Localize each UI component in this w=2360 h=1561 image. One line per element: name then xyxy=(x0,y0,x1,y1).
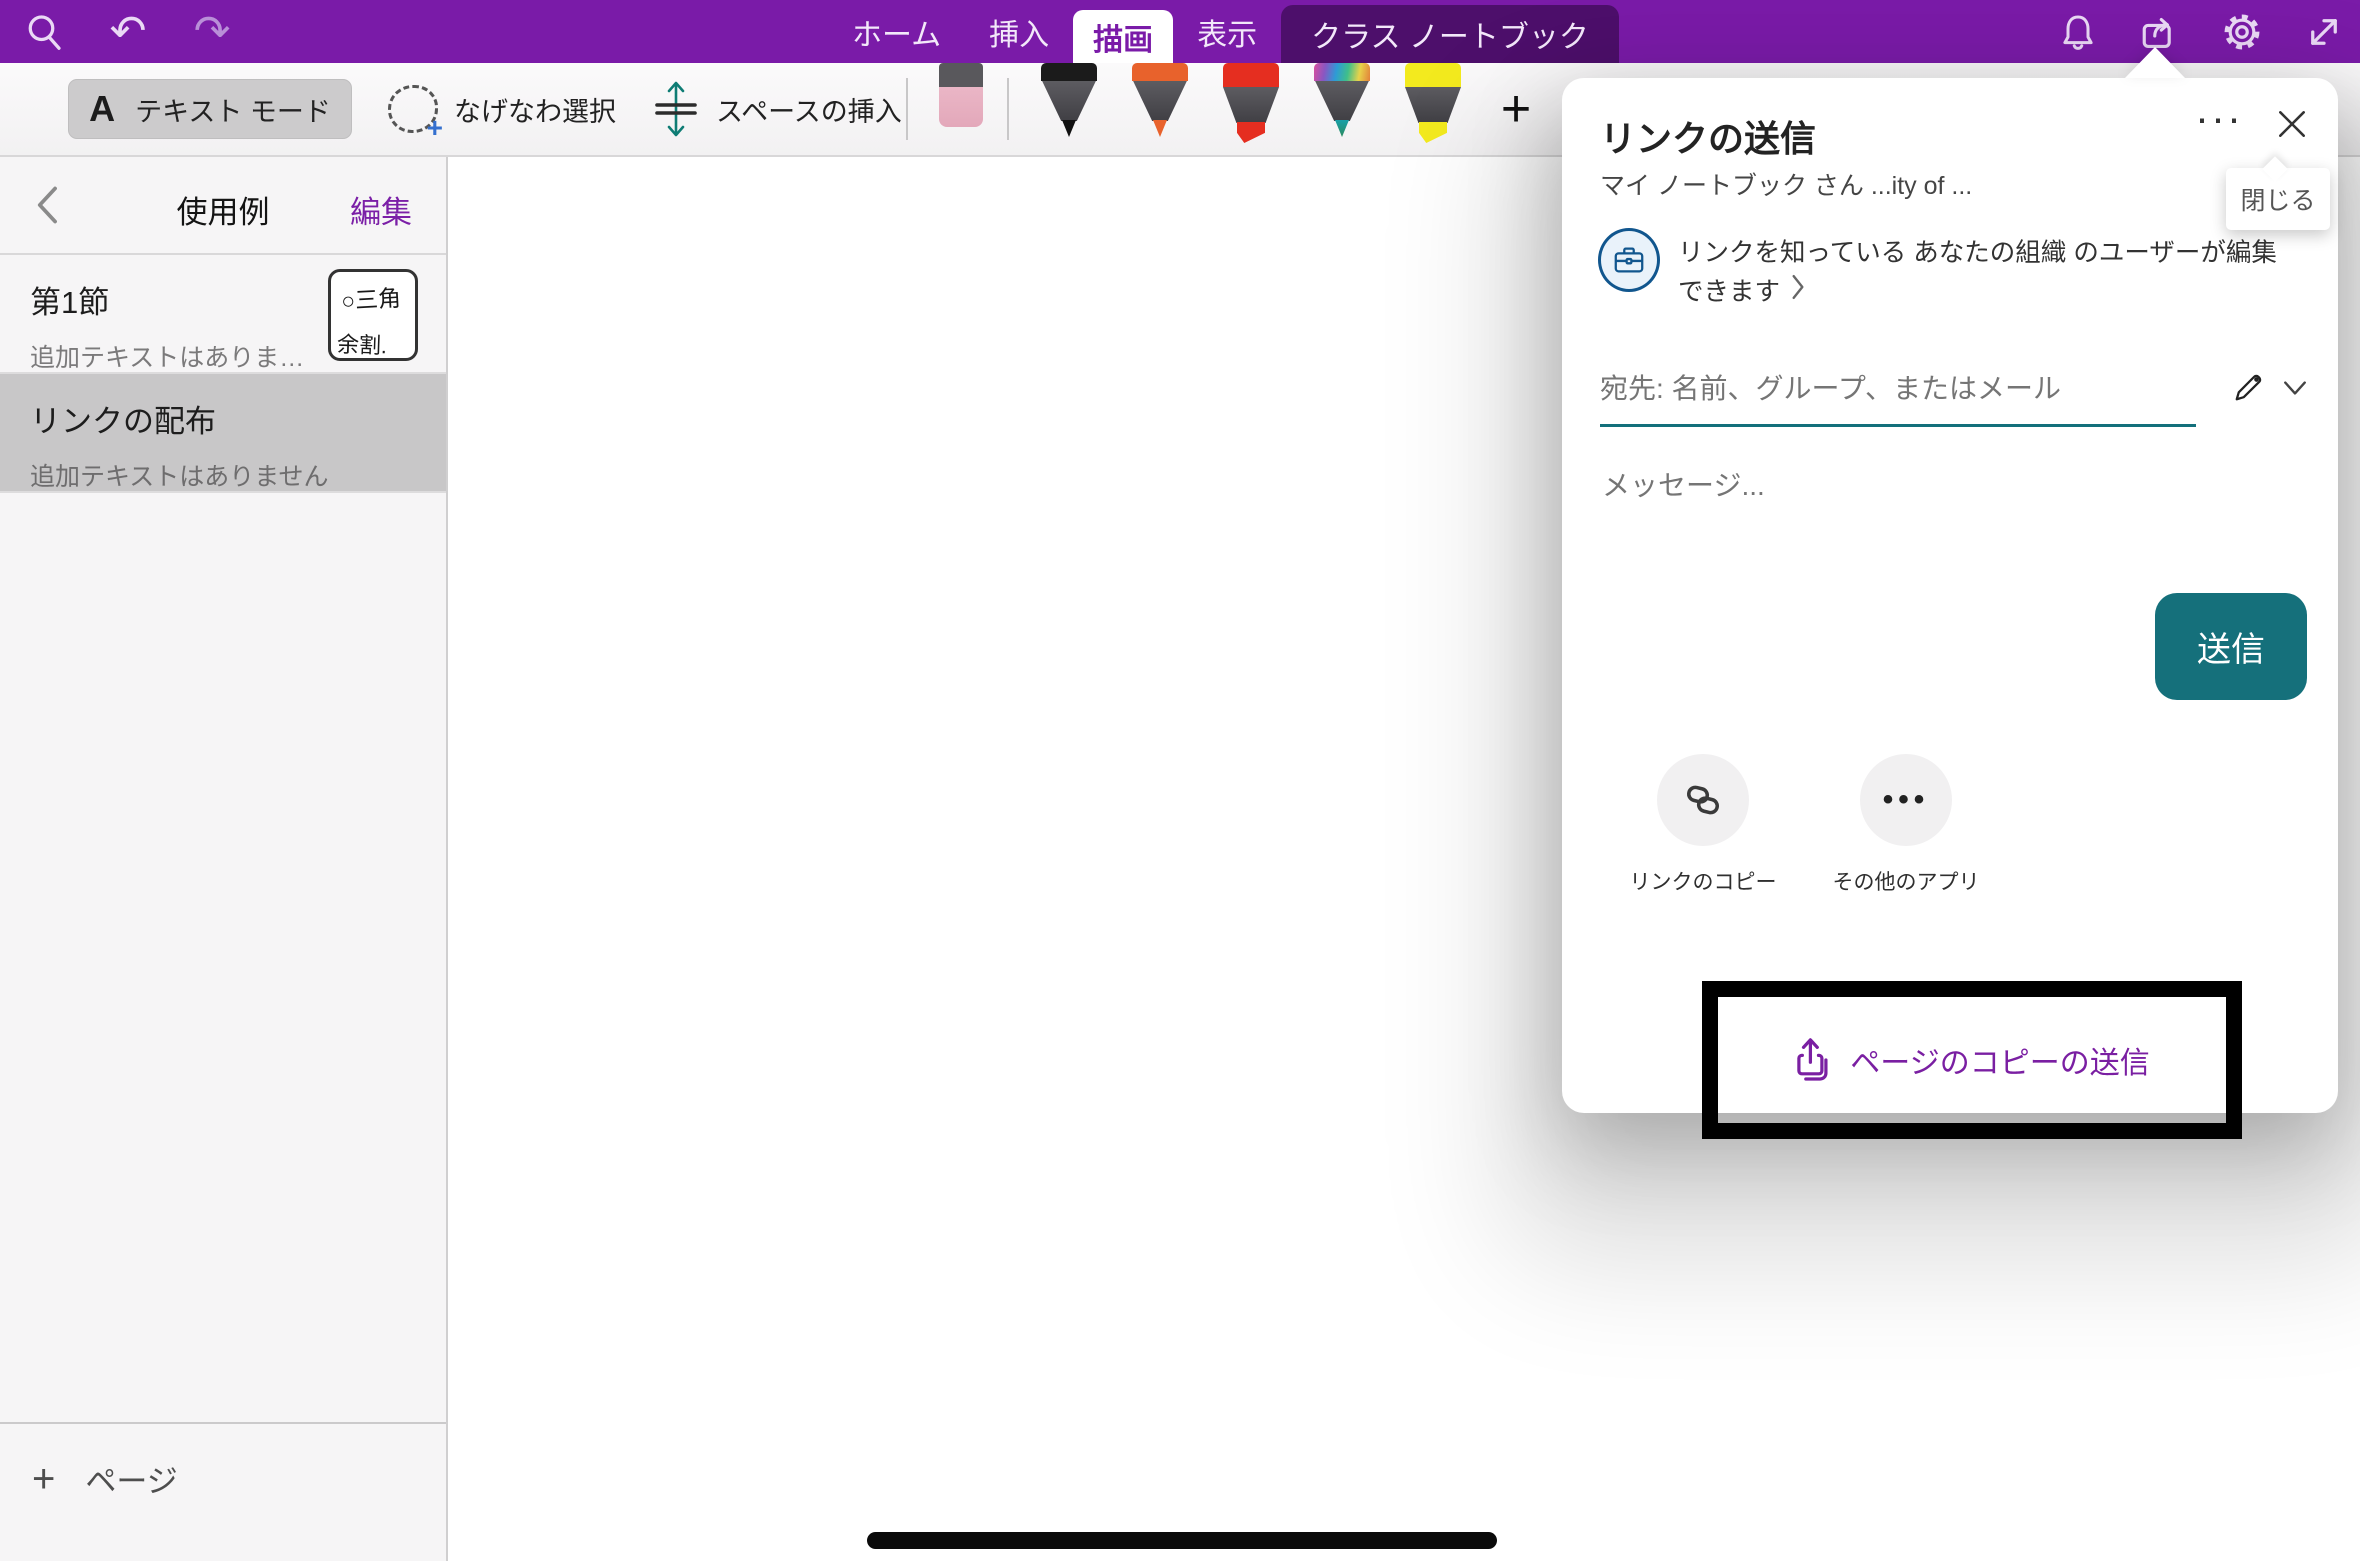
tooltip-text: 閉じる xyxy=(2240,181,2315,217)
page-thumbnail: ○三角 余割. xyxy=(328,269,418,361)
pen-black[interactable] xyxy=(1041,63,1097,137)
more-apps-button[interactable]: ••• xyxy=(1860,754,1952,846)
pen-tip xyxy=(1335,120,1349,137)
recipient-input[interactable] xyxy=(1600,362,2196,427)
more-apps-label: その他のアプリ xyxy=(1800,866,2012,896)
onenote-app-screen: ↶ ↷ ホーム 挿入 描画 表示 クラス ノートブック xyxy=(0,0,2360,1561)
copy-link-label: リンクのコピー xyxy=(1597,866,1809,896)
pen-tip xyxy=(1237,122,1265,143)
send-button[interactable]: 送信 xyxy=(2155,593,2307,700)
pen-cap xyxy=(1405,63,1461,87)
organization-briefcase-icon xyxy=(1598,228,1660,292)
close-icon[interactable] xyxy=(2272,104,2312,144)
text-mode-label: テキスト モード xyxy=(135,90,331,129)
dialog-title: リンクの送信 xyxy=(1600,110,1816,162)
pen-body xyxy=(1314,81,1370,121)
add-pen-button[interactable]: + xyxy=(1488,81,1544,137)
search-icon[interactable] xyxy=(22,10,66,54)
toolbar-divider xyxy=(1007,78,1009,140)
tab-class-notebook[interactable]: クラス ノートブック xyxy=(1281,5,1619,63)
more-options-button[interactable]: ··· xyxy=(2194,98,2244,144)
pen-body xyxy=(1223,87,1279,123)
message-input[interactable] xyxy=(1600,460,2224,512)
eraser-body xyxy=(939,87,983,127)
pen-body xyxy=(1132,81,1188,121)
topbar-right-actions xyxy=(2056,0,2346,63)
redo-icon[interactable]: ↷ xyxy=(190,10,234,54)
pen-cap xyxy=(1223,63,1279,87)
insert-space-icon xyxy=(652,80,700,138)
link-chain-icon xyxy=(1681,778,1725,822)
tab-insert[interactable]: 挿入 xyxy=(965,0,1073,63)
lasso-select-label: なげなわ選択 xyxy=(454,90,616,129)
sidebar-header: 使用例 編集 xyxy=(0,157,446,255)
popover-caret xyxy=(2125,47,2185,78)
pen-rainbow[interactable] xyxy=(1314,63,1370,137)
lasso-plus-glyph: + xyxy=(427,114,443,142)
tab-home[interactable]: ホーム xyxy=(828,0,965,63)
permission-description: リンクを知っている あなたの組織 のユーザーが編集できます xyxy=(1678,228,2302,312)
page-title: リンクの配布 xyxy=(30,396,446,441)
pen-tip xyxy=(1419,122,1447,143)
recipient-field-tools xyxy=(2230,370,2308,406)
edit-button[interactable]: 編集 xyxy=(350,187,412,232)
tab-view[interactable]: 表示 xyxy=(1173,0,1281,63)
lasso-select-button[interactable]: + なげなわ選択 xyxy=(388,85,616,133)
pen-body xyxy=(1405,87,1461,123)
fullscreen-expand-icon[interactable] xyxy=(2302,10,2346,54)
share-page-copy-icon xyxy=(1794,1037,1836,1083)
pen-tip xyxy=(1062,120,1076,137)
permission-text: リンクを知っている あなたの組織 のユーザーが編集できます xyxy=(1678,239,2277,306)
pen-body xyxy=(1041,81,1097,121)
lasso-icon: + xyxy=(388,85,438,133)
plus-icon: + xyxy=(32,1461,55,1497)
pen-cap xyxy=(1041,63,1097,81)
close-tooltip: 閉じる xyxy=(2226,168,2330,230)
topbar-left-actions: ↶ ↷ xyxy=(22,0,234,63)
add-page-label: ページ xyxy=(85,1456,177,1501)
copy-link-button[interactable] xyxy=(1657,754,1749,846)
text-mode-a-glyph: A xyxy=(89,91,115,127)
undo-icon[interactable]: ↶ xyxy=(106,10,150,54)
top-app-bar: ↶ ↷ ホーム 挿入 描画 表示 クラス ノートブック xyxy=(0,0,2360,63)
add-page-button[interactable]: + ページ xyxy=(0,1422,446,1501)
page-subtitle: 追加テキストはありません xyxy=(30,457,446,493)
text-mode-button[interactable]: A テキスト モード xyxy=(68,79,352,139)
tooltip-caret xyxy=(2262,156,2287,181)
pen-orange[interactable] xyxy=(1132,63,1188,137)
insert-space-label: スペースの挿入 xyxy=(716,90,902,129)
send-link-dialog: リンクの送信 ··· マイ ノートブック さん ...ity of ... 閉じ… xyxy=(1562,78,2338,1113)
edit-pencil-icon[interactable] xyxy=(2230,370,2266,406)
highlighter-red[interactable] xyxy=(1223,63,1279,137)
ribbon-tabs: ホーム 挿入 描画 表示 クラス ノートブック xyxy=(828,0,1619,63)
home-indicator-bar[interactable] xyxy=(867,1532,1497,1549)
toolbar-divider xyxy=(906,78,908,140)
highlighter-yellow[interactable] xyxy=(1405,63,1461,137)
insert-space-button[interactable]: スペースの挿入 xyxy=(652,80,902,138)
ellipsis-icon: ••• xyxy=(1883,783,1930,817)
settings-gear-icon[interactable] xyxy=(2220,10,2264,54)
annotation-highlight-rectangle: ページのコピーの送信 xyxy=(1702,981,2242,1139)
page-list-item-2-selected[interactable]: リンクの配布 追加テキストはありません xyxy=(0,374,446,493)
thumbnail-handwriting-line: ○三角 xyxy=(340,278,416,316)
send-page-copy-link[interactable]: ページのコピーの送信 xyxy=(1850,1038,2149,1082)
dialog-subtitle: マイ ノートブック さん ...ity of ... xyxy=(1600,166,1972,202)
pen-cap xyxy=(1132,63,1188,81)
pen-cap xyxy=(1314,63,1370,81)
eraser-tool[interactable] xyxy=(939,63,983,129)
page-list-sidebar: 使用例 編集 第1節 追加テキストはありま… ○三角 余割. リンクの配布 追加… xyxy=(0,157,448,1561)
tab-draw[interactable]: 描画 xyxy=(1073,10,1173,63)
chevron-down-icon[interactable] xyxy=(2282,378,2308,398)
pen-tip xyxy=(1153,120,1167,137)
link-permission-row[interactable]: リンクを知っている あなたの組織 のユーザーが編集できます xyxy=(1598,228,2302,312)
thumbnail-handwriting-line: 余割. xyxy=(336,327,415,361)
notifications-bell-icon[interactable] xyxy=(2056,10,2100,54)
page-list-item-1[interactable]: 第1節 追加テキストはありま… ○三角 余割. xyxy=(0,255,446,374)
eraser-cap xyxy=(939,63,983,87)
draw-tools-group: A テキスト モード + なげなわ選択 xyxy=(68,63,902,155)
chevron-right-icon xyxy=(1790,274,1806,300)
